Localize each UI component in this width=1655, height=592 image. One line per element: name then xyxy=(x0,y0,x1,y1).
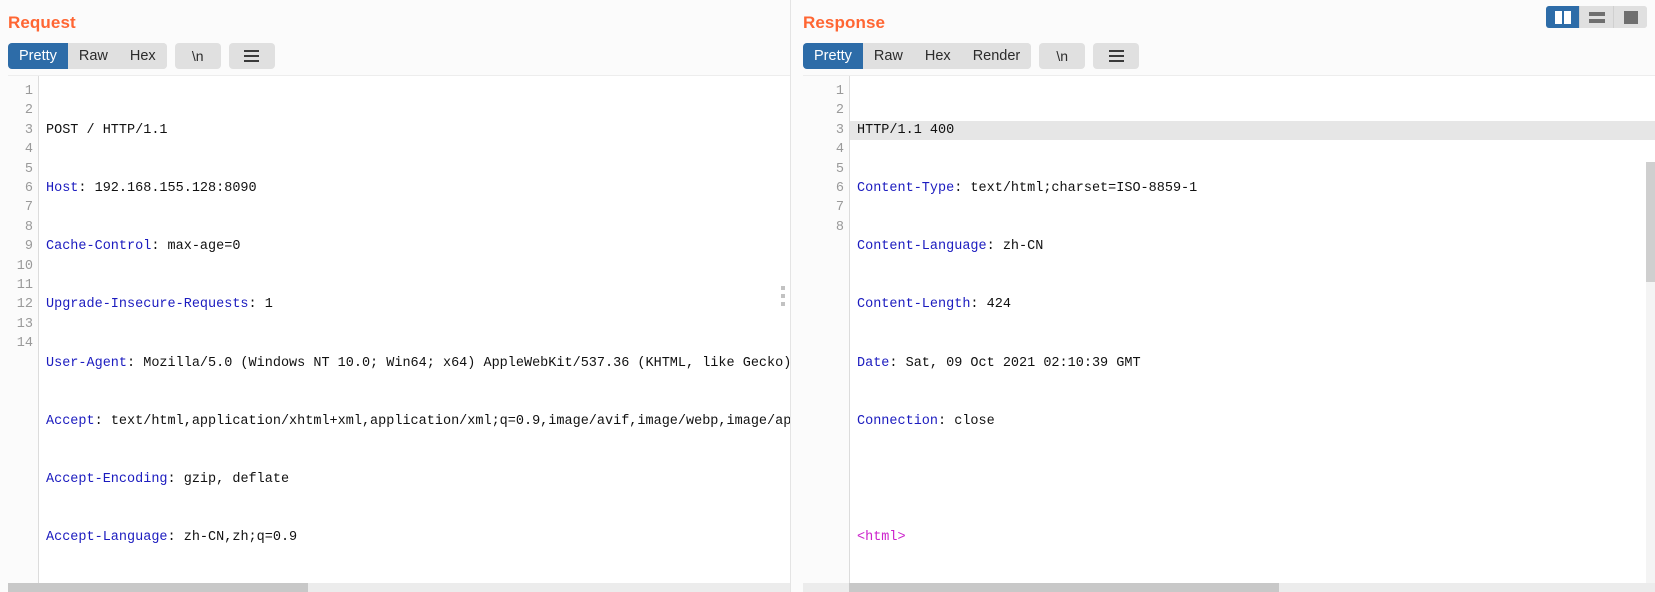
response-title: Response xyxy=(803,13,886,32)
request-tabbar: Pretty Raw Hex \n xyxy=(8,43,790,69)
response-header-line: Content-Language: zh-CN xyxy=(857,239,1044,255)
response-status-line: HTTP/1.1 400 xyxy=(850,120,1655,141)
request-code[interactable]: POST / HTTP/1.1 Host: 192.168.155.128:80… xyxy=(38,76,790,592)
panel-splitter-grip[interactable] xyxy=(781,286,785,306)
response-menu-button[interactable] xyxy=(1093,43,1140,69)
request-title: Request xyxy=(8,13,76,32)
response-scroll-thumb[interactable] xyxy=(849,583,1279,592)
http-message-viewer: Request Pretty Raw Hex \n 1 2 3 4 5 6 7 … xyxy=(0,0,1655,592)
request-header-line: Accept-Language: zh-CN,zh;q=0.9 xyxy=(46,530,298,546)
response-panel: Response Pretty Raw Hex Render \n 1 2 3 … xyxy=(790,0,1655,592)
request-line-numbers: 1 2 3 4 5 6 7 8 9 10 11 12 13 14 xyxy=(8,76,38,592)
menu-icon xyxy=(1108,50,1124,62)
request-header-line: Cache-Control: max-age=0 xyxy=(46,239,241,255)
layout-switch xyxy=(1546,6,1647,28)
tab-request-raw[interactable]: Raw xyxy=(67,43,119,69)
response-view-tabs: Pretty Raw Hex Render xyxy=(803,43,1032,69)
layout-single-pane-button[interactable] xyxy=(1614,6,1647,28)
tab-request-pretty[interactable]: Pretty xyxy=(8,43,68,69)
response-line-numbers: 1 2 3 4 5 6 7 8 xyxy=(803,76,849,592)
request-scroll-thumb[interactable] xyxy=(8,583,308,592)
response-tabbar: Pretty Raw Hex Render \n xyxy=(803,43,1655,69)
tab-response-raw[interactable]: Raw xyxy=(862,43,914,69)
request-view-tabs: Pretty Raw Hex xyxy=(8,43,167,69)
response-code[interactable]: HTTP/1.1 400 Content-Type: text/html;cha… xyxy=(849,76,1655,592)
response-vscroll-thumb[interactable] xyxy=(1646,162,1655,282)
tab-response-hex[interactable]: Hex xyxy=(913,43,962,69)
request-start-line: POST / HTTP/1.1 xyxy=(46,122,168,138)
response-header-line: Content-Length: 424 xyxy=(857,297,1011,313)
request-newline-button[interactable]: \n xyxy=(174,43,221,69)
response-blank-line xyxy=(857,470,1655,489)
request-header-line: Accept: text/html,application/xhtml+xml,… xyxy=(46,413,790,429)
response-header-line: Date: Sat, 09 Oct 2021 02:10:39 GMT xyxy=(857,355,1141,371)
response-header-line: Content-Type: text/html;charset=ISO-8859… xyxy=(857,181,1198,197)
tab-response-pretty[interactable]: Pretty xyxy=(803,43,863,69)
single-pane-icon xyxy=(1623,10,1638,24)
response-editor[interactable]: 1 2 3 4 5 6 7 8 HTTP/1.1 400 Content-Typ… xyxy=(803,75,1655,592)
tab-response-render[interactable]: Render xyxy=(961,43,1032,69)
layout-stacked-button[interactable] xyxy=(1580,6,1614,28)
response-body-line: <html> xyxy=(857,530,906,546)
request-editor[interactable]: 1 2 3 4 5 6 7 8 9 10 11 12 13 14 POST / … xyxy=(8,75,790,592)
split-vertical-icon xyxy=(1554,10,1571,24)
tab-request-hex[interactable]: Hex xyxy=(118,43,167,69)
layout-side-by-side-button[interactable] xyxy=(1546,6,1580,28)
response-vertical-scrollbar[interactable] xyxy=(1646,162,1655,583)
request-header-line: Upgrade-Insecure-Requests: 1 xyxy=(46,297,273,313)
split-horizontal-icon xyxy=(1588,11,1605,23)
request-horizontal-scrollbar[interactable] xyxy=(8,583,790,592)
request-menu-button[interactable] xyxy=(228,43,275,69)
response-newline-button[interactable]: \n xyxy=(1039,43,1086,69)
response-header-line: Connection: close xyxy=(857,413,995,429)
menu-icon xyxy=(244,50,260,62)
response-horizontal-scrollbar[interactable] xyxy=(803,583,1655,592)
request-header-line: Host: 192.168.155.128:8090 xyxy=(46,181,257,197)
request-header-line: User-Agent: Mozilla/5.0 (Windows NT 10.0… xyxy=(46,355,790,371)
request-panel: Request Pretty Raw Hex \n 1 2 3 4 5 6 7 … xyxy=(0,0,790,592)
request-header-line: Accept-Encoding: gzip, deflate xyxy=(46,472,290,488)
